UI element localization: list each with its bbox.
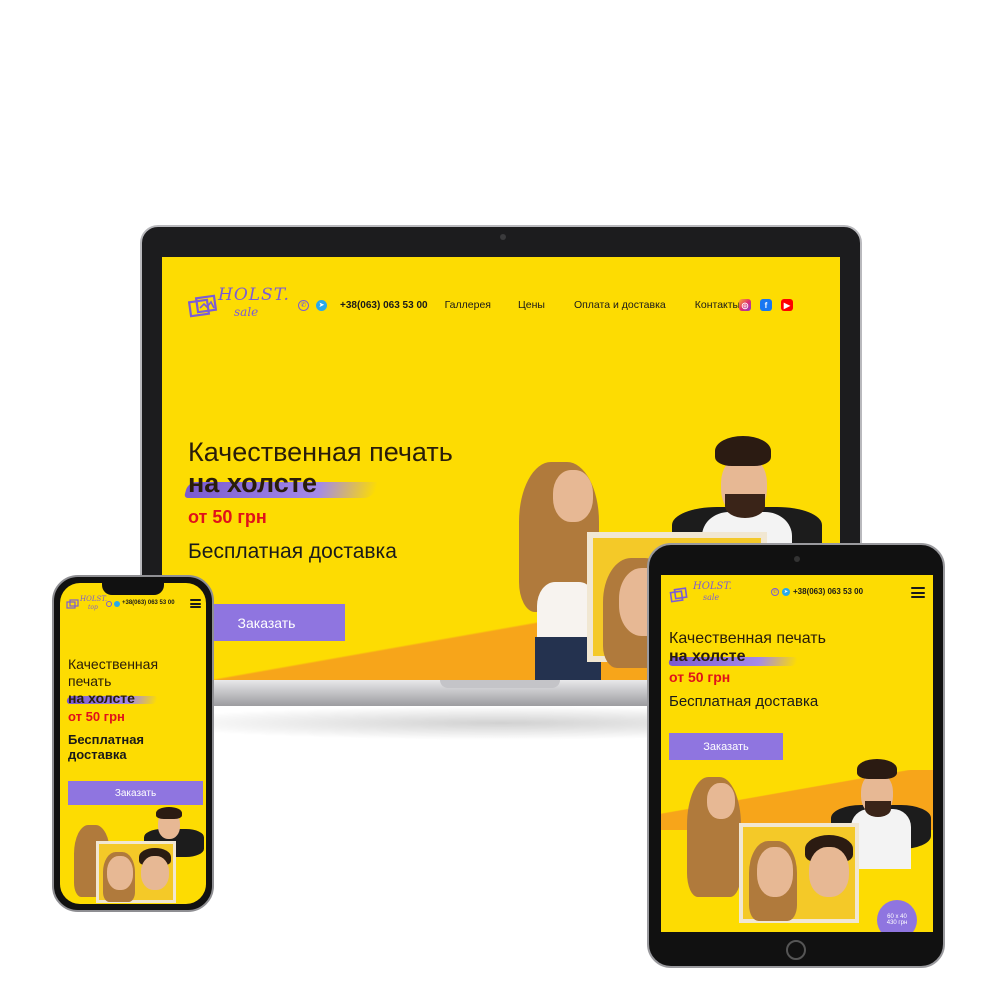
- hero-title-highlight: на холсте: [188, 468, 318, 498]
- header-phone-number[interactable]: +38(063) 063 53 00: [793, 587, 863, 596]
- hero-delivery-line2: доставка: [68, 747, 127, 762]
- hero-delivery: Бесплатная доставка: [188, 540, 397, 563]
- menu-burger-icon[interactable]: [911, 587, 925, 598]
- hero-title-highlight: на холсте: [68, 690, 135, 706]
- hero-price: от 50 грн: [68, 709, 125, 724]
- phone-device: HOLST. top +38(063) 063 53 00 Качественн…: [52, 575, 214, 912]
- hero-photo: [66, 807, 206, 904]
- hero-title: Качественная печать: [669, 630, 826, 647]
- tablet-device: HOLST. sale ✆ ➤ +38(063) 063 53 00 Качес…: [647, 543, 945, 968]
- menu-burger-icon[interactable]: [190, 599, 201, 608]
- logo-subtext: sale: [703, 593, 720, 602]
- hero-price: от 50 грн: [669, 669, 731, 685]
- nav-link-prices[interactable]: Цены: [518, 299, 545, 311]
- hero-title-line2: печать: [68, 673, 112, 689]
- logo-wordmark: HOLST.: [80, 595, 108, 603]
- header-phone-number[interactable]: +38(063) 063 53 00: [122, 600, 175, 606]
- logo-subtext: sale: [234, 305, 259, 319]
- viber-icon[interactable]: [106, 601, 112, 607]
- device-mockup-scene: HOLST. sale ✆ ➤ +38(063) 063 53 00 Галле…: [0, 0, 1000, 1000]
- nav-link-gallery[interactable]: Галлерея: [445, 299, 491, 311]
- tablet-screen: HOLST. sale ✆ ➤ +38(063) 063 53 00 Качес…: [661, 575, 933, 932]
- order-button[interactable]: Заказать: [68, 781, 203, 805]
- viber-icon[interactable]: ✆: [298, 299, 309, 311]
- facebook-icon[interactable]: f: [760, 299, 772, 311]
- logo-wordmark: HOLST.: [218, 285, 290, 305]
- youtube-icon[interactable]: ▶: [781, 299, 793, 311]
- hero-title: Качественная: [68, 656, 159, 672]
- logo-subtext: top: [88, 604, 98, 611]
- size-price-badge: 60 x 40 430 грн: [877, 900, 917, 932]
- phone-notch: [102, 583, 164, 595]
- phone-screen: HOLST. top +38(063) 063 53 00 Качественн…: [60, 583, 206, 904]
- hero-delivery: Бесплатная доставка: [669, 693, 819, 710]
- laptop-hinge-notch: [440, 680, 560, 688]
- social-links: ◎ f ▶: [739, 299, 793, 311]
- nav-link-contacts[interactable]: Контакты: [695, 299, 740, 311]
- badge-price: 430 грн: [886, 920, 908, 926]
- telegram-icon[interactable]: ➤: [316, 299, 327, 311]
- order-button[interactable]: Заказать: [669, 733, 783, 760]
- viber-icon[interactable]: ✆: [771, 588, 779, 596]
- logo-wordmark: HOLST.: [693, 581, 732, 592]
- hero-delivery-line1: Бесплатная: [68, 732, 145, 747]
- tablet-home-button[interactable]: [786, 940, 806, 960]
- tablet-camera: [794, 556, 800, 562]
- header-phone-number[interactable]: +38(063) 063 53 00: [340, 300, 428, 311]
- nav-link-payment-delivery[interactable]: Оплата и доставка: [574, 299, 666, 311]
- instagram-icon[interactable]: ◎: [739, 299, 751, 311]
- telegram-icon[interactable]: [114, 601, 120, 607]
- telegram-icon[interactable]: ➤: [782, 588, 790, 596]
- hero-price: от 50 грн: [188, 507, 267, 527]
- laptop-camera: [500, 234, 506, 240]
- hero-title-highlight: на холсте: [669, 648, 746, 665]
- header-nav: ✆ ➤ +38(063) 063 53 00 Галлерея Цены Опл…: [298, 299, 740, 311]
- hero-title: Качественная печать: [188, 437, 453, 467]
